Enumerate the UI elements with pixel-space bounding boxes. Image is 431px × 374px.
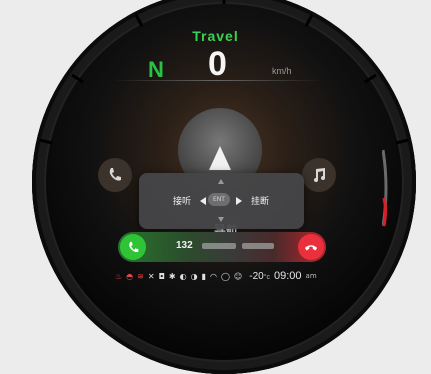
redacted-number-part	[242, 243, 274, 249]
headlight-icon: ◐	[179, 271, 187, 281]
incoming-call-control-popup: 接听 ENT 挂断	[139, 173, 304, 229]
signal-bars-icon: ▮	[201, 271, 206, 281]
drive-mode-label: Travel	[192, 28, 239, 44]
hangup-label[interactable]: 挂断	[251, 194, 269, 207]
phone-shortcut[interactable]	[98, 158, 132, 192]
phone-icon	[109, 168, 121, 181]
up-arrow-icon	[218, 179, 224, 184]
answer-label[interactable]: 接听	[173, 194, 191, 207]
lock-icon: ◘	[158, 271, 165, 281]
down-arrow-icon	[218, 217, 224, 222]
seat-heat-icon: ♨	[115, 271, 123, 281]
hang-up-icon	[304, 245, 318, 251]
tire-pressure-icon: ◯	[220, 271, 230, 281]
mute-icon: ✕	[147, 271, 155, 281]
speed-value: 0	[208, 45, 227, 83]
seat-ventilation-icon: ≋	[137, 271, 144, 281]
redacted-number-part	[202, 243, 236, 249]
clock-time: 09:00	[274, 270, 302, 282]
wifi-icon: ◠	[209, 271, 217, 281]
speed-unit: km/h	[272, 66, 292, 76]
music-shortcut[interactable]	[302, 158, 336, 192]
bluetooth-icon: ✱	[168, 271, 176, 281]
caller-number: 132	[176, 240, 193, 251]
left-arrow-icon[interactable]	[200, 197, 206, 205]
clock-ampm: am	[305, 272, 317, 280]
right-arrow-icon[interactable]	[236, 197, 242, 205]
phone-icon	[128, 241, 138, 252]
music-note-icon	[314, 168, 325, 182]
reject-call-button[interactable]	[298, 234, 324, 260]
incoming-call-bar: 132	[118, 232, 326, 262]
instrument-cluster-screen: Travel N 0 km/h 导航 接听 ENT 挂断 132 ♨ ◓ ≋ ✕…	[0, 0, 431, 374]
steering-heat-icon: ◓	[126, 271, 134, 281]
ent-key[interactable]: ENT	[208, 193, 230, 206]
status-bar: ♨ ◓ ≋ ✕ ◘ ✱ ◐ ◑ ▮ ◠ ◯ ☺ -20°c 09:00 am	[115, 269, 317, 283]
smile-icon: ☺	[233, 271, 243, 281]
outside-temperature: -20°c	[249, 270, 271, 282]
accept-call-button[interactable]	[120, 234, 146, 260]
rim-red-accent	[382, 149, 388, 227]
navigation-arrow-icon	[209, 146, 231, 170]
fog-light-icon: ◑	[190, 271, 198, 281]
speed-divider	[112, 80, 322, 81]
